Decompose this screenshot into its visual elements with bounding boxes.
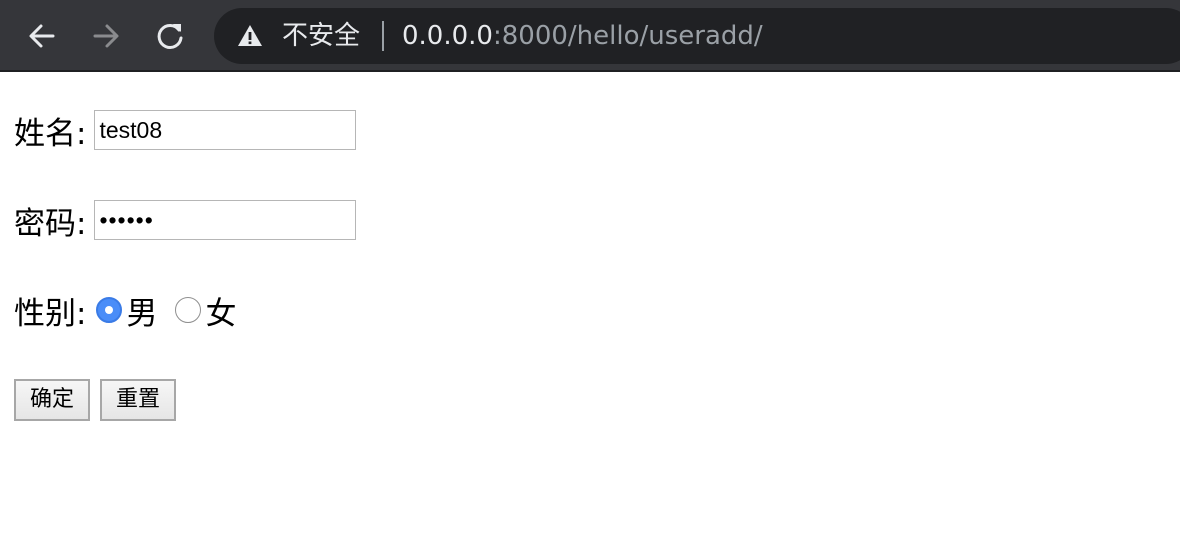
gender-row: 性别: 男 女: [14, 288, 236, 332]
password-row: 密码: ••••••: [14, 198, 357, 242]
forward-button[interactable]: [84, 14, 128, 58]
gender-label: 性别:: [14, 295, 87, 332]
arrow-left-icon: [29, 24, 55, 48]
back-button[interactable]: [20, 14, 64, 58]
url-path: :8000/hello/useradd/: [492, 21, 763, 51]
password-label: 密码:: [14, 205, 87, 242]
reload-button[interactable]: [148, 14, 192, 58]
gender-male-radio[interactable]: [96, 297, 123, 323]
name-label: 姓名:: [14, 115, 87, 152]
name-input[interactable]: test08: [94, 110, 357, 150]
submit-button[interactable]: 确定: [14, 379, 91, 421]
browser-toolbar: 不安全 0.0.0.0:8000/hello/useradd/: [0, 0, 1180, 72]
warning-triangle-icon[interactable]: [236, 22, 264, 50]
url-text[interactable]: 0.0.0.0:8000/hello/useradd/: [402, 18, 763, 54]
name-row: 姓名: test08: [14, 108, 357, 152]
password-mask: ••••••: [99, 207, 154, 233]
reload-icon: [157, 23, 183, 49]
url-host: 0.0.0.0: [402, 21, 493, 51]
address-bar[interactable]: 不安全 0.0.0.0:8000/hello/useradd/: [214, 8, 1180, 64]
arrow-right-icon: [93, 24, 119, 48]
reset-button[interactable]: 重置: [100, 379, 177, 421]
gender-male-label[interactable]: 男: [126, 288, 157, 333]
button-row: 确定 重置: [14, 378, 186, 422]
security-status-label[interactable]: 不安全: [282, 18, 360, 54]
omnibox-divider: [382, 21, 384, 51]
gender-female-radio[interactable]: [175, 297, 202, 323]
gender-female-label[interactable]: 女: [205, 288, 236, 333]
page-content: 姓名: test08 密码: •••••• 性别: 男 女 确定 重置: [14, 72, 1164, 542]
password-input[interactable]: ••••••: [94, 200, 357, 240]
